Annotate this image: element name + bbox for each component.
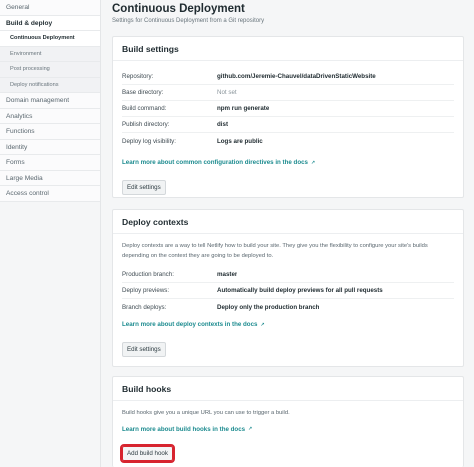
branch-deploys-label: Branch deploys: bbox=[122, 303, 167, 311]
branch-deploys-row: Branch deploys: Deploy only the producti… bbox=[122, 299, 454, 315]
deploy-previews-label: Deploy previews: bbox=[122, 287, 170, 295]
deploy-previews-row: Deploy previews: Automatically build dep… bbox=[122, 283, 454, 300]
config-directives-docs-link[interactable]: Learn more about common configuration di… bbox=[113, 159, 463, 166]
deploy-log-visibility-value: Logs are public bbox=[217, 137, 263, 145]
base-directory-row: Base directory: Not set bbox=[122, 85, 454, 101]
repository-label: Repository: bbox=[122, 73, 154, 80]
build-command-row: Build command: npm run generate bbox=[122, 101, 454, 117]
deploy-contexts-title: Deploy contexts bbox=[113, 210, 463, 234]
sidebar-subitem-deploy-notifications[interactable]: Deploy notifications bbox=[0, 77, 100, 93]
repository-row: Repository: github.com/Jeremie-Chauvel/d… bbox=[122, 69, 454, 85]
edit-build-settings-button[interactable]: Edit settings bbox=[122, 180, 166, 195]
sidebar-subitem-post-processing[interactable]: Post processing bbox=[0, 62, 100, 78]
build-hooks-docs-link-text: Learn more about build hooks in the docs bbox=[122, 425, 246, 433]
deploy-contexts-card: Deploy contexts Deploy contexts are a wa… bbox=[112, 209, 464, 367]
build-hooks-title: Build hooks bbox=[113, 377, 463, 401]
sidebar-item-identity[interactable]: Identity bbox=[0, 139, 100, 155]
add-build-hook-button[interactable]: Add build hook bbox=[120, 443, 175, 463]
external-link-icon: ↗ bbox=[260, 321, 265, 328]
sidebar-item-analytics[interactable]: Analytics bbox=[0, 108, 100, 124]
production-branch-value: master bbox=[217, 271, 238, 279]
sidebar-item-access-control[interactable]: Access control bbox=[0, 186, 100, 202]
sidebar-item-functions[interactable]: Functions bbox=[0, 124, 100, 140]
build-hooks-docs-link[interactable]: Learn more about build hooks in the docs… bbox=[113, 426, 463, 433]
build-settings-title: Build settings bbox=[113, 37, 463, 61]
external-link-icon: ↗ bbox=[248, 426, 253, 433]
edit-deploy-contexts-button[interactable]: Edit settings bbox=[122, 342, 166, 358]
sidebar-item-large-media[interactable]: Large Media bbox=[0, 170, 100, 186]
production-branch-label: Production branch: bbox=[122, 271, 174, 279]
deploy-contexts-docs-link[interactable]: Learn more about deploy contexts in the … bbox=[113, 321, 463, 328]
external-link-icon: ↗ bbox=[311, 159, 316, 166]
sidebar-subitem-environment[interactable]: Environment bbox=[0, 46, 100, 62]
build-command-value: npm run generate bbox=[217, 105, 270, 112]
publish-directory-value: dist bbox=[217, 121, 229, 128]
settings-sidebar: General Build & deploy Continuous Deploy… bbox=[0, 0, 101, 467]
main-content: Continuous Deployment Settings for Conti… bbox=[112, 0, 464, 467]
sidebar-item-domain-management[interactable]: Domain management bbox=[0, 93, 100, 109]
sidebar-item-general[interactable]: General bbox=[0, 0, 100, 16]
deploy-previews-value: Automatically build deploy previews for … bbox=[217, 287, 383, 295]
branch-deploys-value: Deploy only the production branch bbox=[217, 303, 320, 311]
page-title: Continuous Deployment bbox=[112, 3, 245, 15]
publish-directory-row: Publish directory: dist bbox=[122, 117, 454, 133]
repository-value: github.com/Jeremie-Chauvel/dataDrivenSta… bbox=[217, 73, 376, 80]
base-directory-label: Base directory: bbox=[122, 89, 164, 96]
build-command-label: Build command: bbox=[122, 105, 167, 112]
build-settings-card: Build settings Repository: github.com/Je… bbox=[112, 36, 464, 198]
sidebar-item-forms[interactable]: Forms bbox=[0, 155, 100, 171]
deploy-log-visibility-row: Deploy log visibility: Logs are public bbox=[122, 133, 454, 149]
base-directory-value: Not set bbox=[217, 89, 237, 96]
page-subtitle: Settings for Continuous Deployment from … bbox=[112, 18, 265, 24]
deploy-contexts-docs-link-text: Learn more about deploy contexts in the … bbox=[122, 321, 258, 329]
deploy-contexts-description: Deploy contexts are a way to tell Netlif… bbox=[122, 243, 428, 259]
publish-directory-label: Publish directory: bbox=[122, 121, 170, 128]
config-directives-docs-link-text: Learn more about common configuration di… bbox=[122, 159, 308, 166]
build-hooks-card: Build hooks Build hooks give you a uniqu… bbox=[112, 376, 464, 467]
sidebar-subitem-continuous-deployment[interactable]: Continuous Deployment bbox=[0, 31, 100, 47]
production-branch-row: Production branch: master bbox=[122, 267, 454, 284]
deploy-log-visibility-label: Deploy log visibility: bbox=[122, 137, 176, 145]
build-hooks-description: Build hooks give you a unique URL you ca… bbox=[122, 410, 290, 416]
sidebar-item-build-deploy[interactable]: Build & deploy bbox=[0, 15, 100, 31]
